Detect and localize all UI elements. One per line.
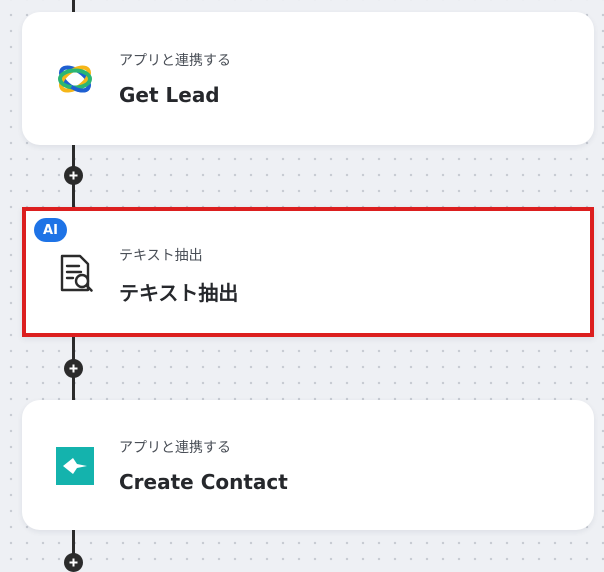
step-title: Create Contact	[119, 470, 288, 494]
document-search-icon	[54, 253, 96, 295]
add-step-button-2[interactable]	[64, 359, 83, 378]
plus-icon	[69, 558, 78, 567]
step-title: テキスト抽出	[119, 281, 239, 305]
add-step-button-3[interactable]	[64, 553, 83, 572]
step-subtitle: アプリと連携する	[119, 440, 231, 456]
step-card-text-extraction[interactable]: テキスト抽出 テキスト抽出	[22, 207, 594, 337]
arrow-logo-icon	[54, 445, 96, 487]
step-subtitle: テキスト抽出	[119, 248, 203, 264]
step-card-get-lead[interactable]: アプリと連携する Get Lead	[22, 12, 594, 145]
step-card-create-contact[interactable]: アプリと連携する Create Contact	[22, 400, 594, 530]
ai-badge: AI	[34, 218, 67, 242]
add-step-button-1[interactable]	[64, 166, 83, 185]
plus-icon	[69, 364, 78, 373]
plus-icon	[69, 171, 78, 180]
rings-logo-icon	[54, 58, 96, 100]
step-subtitle: アプリと連携する	[119, 53, 231, 69]
flow-connector-top	[72, 0, 75, 12]
step-title: Get Lead	[119, 83, 220, 107]
